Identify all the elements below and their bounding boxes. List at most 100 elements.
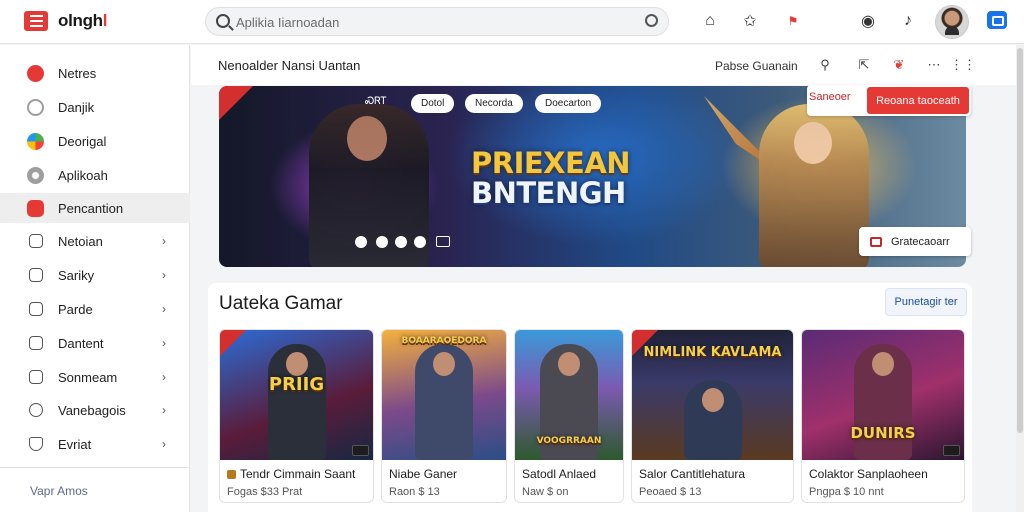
game-card-art: DUNIRS xyxy=(802,330,964,460)
sidebar-item-sariky[interactable]: Sariky › xyxy=(0,260,190,290)
game-card-figure xyxy=(854,344,912,460)
sidebar-item-danjik[interactable]: Danjik xyxy=(0,92,190,122)
banner-chip[interactable]: Necorda xyxy=(465,94,523,113)
sidebar-item-label: Deorigal xyxy=(58,133,107,149)
sidebar-item-evriat[interactable]: Evriat › xyxy=(0,429,190,459)
game-card-meta: Raon $ 13 xyxy=(389,486,440,498)
game-card-art: PRIIG xyxy=(220,330,373,460)
sidebar-item-netoian[interactable]: Netoian › xyxy=(0,226,190,256)
game-card-title: Satodl Anlaed xyxy=(522,467,597,481)
sidebar-item-parde[interactable]: Parde › xyxy=(0,294,190,324)
section-action-button[interactable]: Punetagir ter xyxy=(885,288,967,316)
check-circle-icon xyxy=(29,403,43,417)
sidebar-item-label: Vanebagois xyxy=(58,402,126,418)
sidebar-item-label: Pencantion xyxy=(58,200,124,216)
shield-icon xyxy=(29,437,43,451)
sidebar: Netres Danjik Deorigal Aplikoah Pencanti… xyxy=(0,45,190,512)
chevron-right-icon: › xyxy=(162,336,166,350)
slideshow-icon[interactable] xyxy=(436,236,450,247)
sidebar-item-netres[interactable]: Netres xyxy=(0,58,190,88)
search-bar[interactable] xyxy=(205,7,669,36)
chevron-right-icon: › xyxy=(162,370,166,384)
sidebar-item-aplikoah[interactable]: Aplikoah xyxy=(0,160,190,190)
flag-icon[interactable]: ⚑ xyxy=(782,10,804,32)
sidebar-divider xyxy=(0,467,190,468)
search-icon xyxy=(216,14,230,28)
banner-chip[interactable]: Doecarton xyxy=(535,94,602,113)
game-card-art: VOOGRRAAN xyxy=(515,330,623,460)
banner-chip[interactable]: Dotol xyxy=(411,94,455,113)
game-card[interactable]: NIMLINK KAVLAMA Salor Cantitlehatura Peo… xyxy=(631,329,794,503)
notification-icon[interactable]: ♪ xyxy=(897,10,919,32)
sidebar-item-label: Danjik xyxy=(58,99,95,115)
sidebar-item-vanebagois[interactable]: Vanebagois › xyxy=(0,395,190,425)
game-mini-icon xyxy=(227,470,236,479)
menu-icon[interactable] xyxy=(24,11,48,31)
game-card[interactable]: PRIIG Tendr Cimmain Saant Fogas $33 Prat xyxy=(219,329,374,503)
game-card-meta: Fogas $33 Prat xyxy=(227,486,303,498)
carousel-dot[interactable] xyxy=(376,236,388,248)
globe-icon[interactable]: ◉ xyxy=(857,10,879,32)
page-title: Nenoalder Nansi Uantan xyxy=(218,58,361,73)
corner-badge-icon xyxy=(352,445,369,456)
scrollbar-thumb[interactable] xyxy=(1017,48,1023,433)
banner-title: PRIEXEAN BNTENGH xyxy=(471,146,631,210)
apps-icon[interactable]: ⋮⋮ xyxy=(950,56,976,74)
document-icon xyxy=(29,302,43,316)
game-card-meta: Pngpa $ 10 nnt xyxy=(809,486,884,498)
avatar[interactable] xyxy=(935,5,969,39)
sidebar-item-dantent[interactable]: Dantent › xyxy=(0,328,190,358)
sidebar-item-sonmeam[interactable]: Sonmeam › xyxy=(0,362,190,392)
brand-logo[interactable]: olnghl xyxy=(58,11,108,31)
floating-button[interactable]: Gratecaoarr xyxy=(859,227,971,256)
disc-icon xyxy=(27,166,44,184)
screen-icon xyxy=(870,236,882,247)
carousel-dot[interactable] xyxy=(395,236,407,248)
star-icon[interactable]: ✩ xyxy=(739,10,761,32)
search-input[interactable] xyxy=(236,12,616,32)
share-icon[interactable]: ⇱ xyxy=(855,56,873,74)
floating-button-label: Gratecaoarr xyxy=(891,235,950,248)
edit-icon xyxy=(29,336,43,350)
grid-icon[interactable]: ⋯ xyxy=(925,56,943,74)
home-icon[interactable]: ⌂ xyxy=(699,10,721,32)
sidebar-item-label: Parde xyxy=(58,301,93,317)
ribbon-badge xyxy=(219,86,253,120)
carousel-dot[interactable] xyxy=(355,236,367,248)
game-card-figure xyxy=(267,344,326,460)
sidebar-item-label: Sariky xyxy=(58,267,95,283)
sidebar-item-label: Aplikoah xyxy=(58,167,108,183)
game-card-title: Niabe Ganer xyxy=(389,467,458,481)
ribbon-badge xyxy=(220,330,246,356)
game-card-art: NIMLINK KAVLAMA xyxy=(632,330,793,460)
game-card[interactable]: VOOGRRAAN Satodl Anlaed Naw $ on xyxy=(514,329,624,503)
chevron-right-icon: › xyxy=(162,234,166,248)
game-card-title: Colaktor Sanplaoheen xyxy=(809,467,928,481)
game-card-art-title: VOOGRRAAN xyxy=(536,436,602,446)
game-card-meta: Peoaed $ 13 xyxy=(639,486,702,498)
youtube-play-icon xyxy=(27,64,44,82)
messages-icon[interactable] xyxy=(987,11,1007,29)
game-card-meta: Naw $ on xyxy=(522,486,569,498)
game-card-title: Tendr Cimmain Saant xyxy=(227,467,355,481)
top-bar: olnghl ⌂ ✩ ⚑ ◉ ♪ xyxy=(0,0,1024,44)
sidebar-footer-link[interactable]: Vapr Amos xyxy=(30,484,88,498)
game-card-art-title: BOAARAOEDORA xyxy=(401,336,487,346)
header-link[interactable]: Pabse Guanain xyxy=(715,59,798,73)
sidebar-item-label: Netres xyxy=(58,65,97,81)
secondary-cta-button[interactable]: Saneoer xyxy=(809,91,851,103)
sidebar-item-label: Evriat xyxy=(58,436,92,452)
stats-icon xyxy=(29,370,43,384)
game-card[interactable]: BOAARAOEDORA Niabe Ganer Raon $ 13 xyxy=(381,329,507,503)
carousel-dot[interactable] xyxy=(414,236,426,248)
primary-cta-button[interactable]: Reoana taoceath xyxy=(867,87,969,114)
search-icon[interactable]: ⚲ xyxy=(816,56,834,74)
game-card-art-title: PRIIG xyxy=(268,374,325,395)
sidebar-item-pencantion[interactable]: Pencantion xyxy=(0,193,190,223)
favorite-icon[interactable]: ❦ xyxy=(890,56,908,74)
sidebar-item-deorigal[interactable]: Deorigal xyxy=(0,126,190,156)
voice-search-icon[interactable] xyxy=(645,14,658,27)
game-card[interactable]: DUNIRS Colaktor Sanplaoheen Pngpa $ 10 n… xyxy=(801,329,965,503)
banner-chip-dark[interactable]: ᏍᏒᎢ xyxy=(365,96,387,107)
sidebar-item-label: Netoian xyxy=(58,233,103,249)
